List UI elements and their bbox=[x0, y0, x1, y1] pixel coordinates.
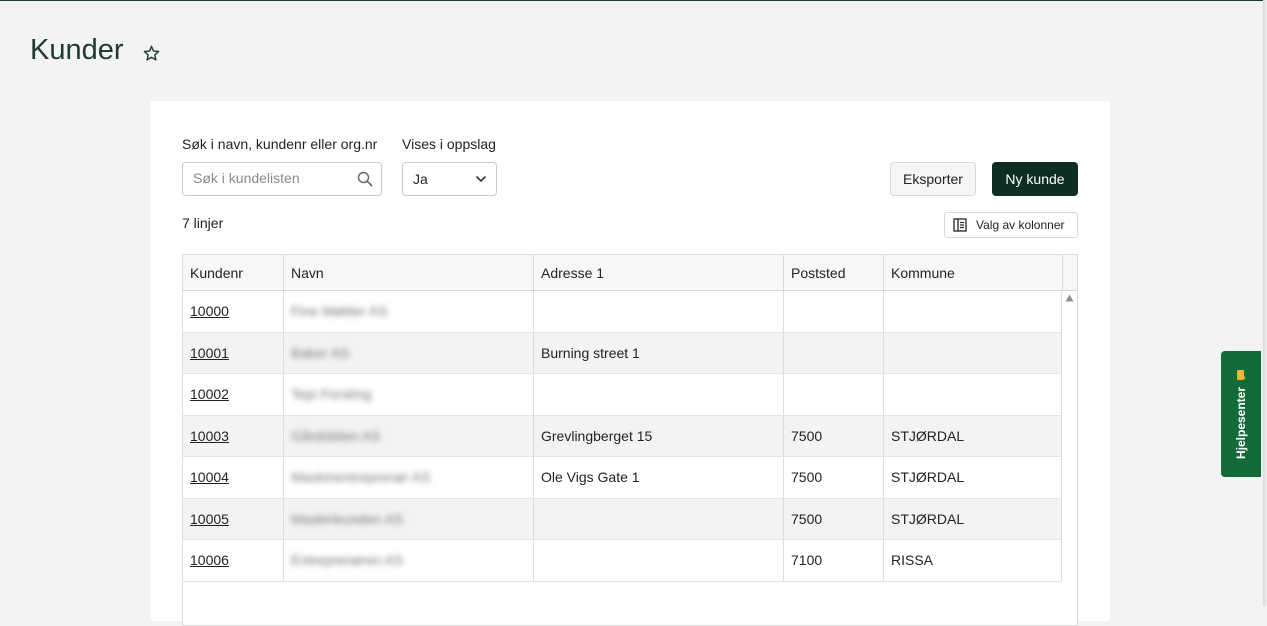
column-header-navn[interactable]: Navn bbox=[284, 255, 534, 290]
cell-poststed: 7500 bbox=[784, 415, 884, 456]
cell-poststed bbox=[784, 332, 884, 373]
cell-navn: Maskinentreprenør AS bbox=[284, 457, 534, 498]
page-title: Kunder bbox=[30, 34, 124, 66]
customer-link[interactable]: 10006 bbox=[190, 552, 229, 568]
cell-kundenr[interactable]: 10001 bbox=[183, 332, 284, 373]
cell-kommune: STJØRDAL bbox=[884, 415, 1062, 456]
table-row[interactable]: 10001 Baker AS Burning street 1 bbox=[183, 332, 1062, 374]
column-header-kommune[interactable]: Kommune bbox=[884, 255, 1063, 290]
cell-kundenr[interactable]: 10004 bbox=[183, 457, 284, 498]
cell-kundenr[interactable]: 10005 bbox=[183, 498, 284, 539]
cell-kundenr[interactable]: 10003 bbox=[183, 415, 284, 456]
cell-kommune bbox=[884, 332, 1062, 373]
table-row[interactable]: 10004 Maskinentreprenør AS Ole Vigs Gate… bbox=[183, 457, 1062, 499]
cell-adresse bbox=[534, 374, 784, 415]
chat-icon bbox=[1236, 369, 1246, 380]
cell-poststed bbox=[784, 374, 884, 415]
customer-table: Kundenr Navn Adresse 1 Poststed Kommune … bbox=[182, 254, 1078, 626]
customer-name: Gårdsbilen AS bbox=[291, 427, 381, 444]
scroll-edge bbox=[1263, 0, 1267, 606]
column-header-adresse[interactable]: Adresse 1 bbox=[534, 255, 784, 290]
customer-name: Maskinkunden AS bbox=[291, 510, 404, 527]
search-input[interactable] bbox=[193, 170, 353, 186]
row-count: 7 linjer bbox=[182, 215, 224, 231]
customer-list-card: Søk i navn, kundenr eller org.nr Vises i… bbox=[150, 101, 1110, 626]
help-center-label: Hjelpesenter bbox=[1234, 386, 1248, 460]
export-button[interactable]: Eksporter bbox=[890, 162, 976, 196]
cell-adresse bbox=[534, 498, 784, 539]
customer-link[interactable]: 10002 bbox=[190, 386, 229, 402]
table-row[interactable]: 10000 Fine Møbler AS bbox=[183, 291, 1062, 333]
column-header-kundenr[interactable]: Kundenr bbox=[183, 255, 284, 290]
customer-link[interactable]: 10003 bbox=[190, 428, 229, 444]
shown-in-lookup-select[interactable]: Ja bbox=[402, 162, 497, 196]
scroll-up-icon[interactable] bbox=[1065, 294, 1074, 302]
cell-kommune: STJØRDAL bbox=[884, 457, 1062, 498]
table-row[interactable]: 10002 Tepi Forsting bbox=[183, 374, 1062, 416]
cell-kommune bbox=[884, 374, 1062, 415]
search-label: Søk i navn, kundenr eller org.nr bbox=[182, 136, 378, 152]
search-icon bbox=[357, 171, 373, 187]
top-border bbox=[0, 0, 1263, 1]
customer-name: Tepi Forsting bbox=[291, 386, 372, 402]
column-selection-label: Valg av kolonner bbox=[976, 218, 1065, 232]
table-body: 10000 Fine Møbler AS 10001 Baker AS Burn… bbox=[183, 291, 1062, 582]
cell-adresse: Ole Vigs Gate 1 bbox=[534, 457, 784, 498]
cell-poststed: 7500 bbox=[784, 457, 884, 498]
cell-poststed: 7100 bbox=[784, 540, 884, 581]
cell-kundenr[interactable]: 10000 bbox=[183, 291, 284, 332]
star-icon[interactable] bbox=[142, 44, 161, 63]
cell-poststed bbox=[784, 291, 884, 332]
column-header-poststed[interactable]: Poststed bbox=[784, 255, 884, 290]
cell-navn: Gårdsbilen AS bbox=[284, 415, 534, 456]
help-center-content: Hjelpesenter bbox=[1234, 369, 1248, 459]
column-selection-button[interactable]: Valg av kolonner bbox=[944, 212, 1078, 238]
chevron-down-icon bbox=[476, 176, 486, 182]
cell-navn: Fine Møbler AS bbox=[284, 291, 534, 332]
table-header: Kundenr Navn Adresse 1 Poststed Kommune bbox=[183, 255, 1077, 291]
search-field[interactable] bbox=[182, 162, 382, 196]
customer-link[interactable]: 10000 bbox=[190, 303, 229, 319]
cell-kommune: STJØRDAL bbox=[884, 498, 1062, 539]
cell-navn: Tepi Forsting bbox=[284, 374, 534, 415]
table-scrollbar[interactable] bbox=[1062, 291, 1077, 625]
customer-name: Entreprenøren AS bbox=[291, 552, 404, 568]
new-customer-button[interactable]: Ny kunde bbox=[992, 162, 1078, 196]
cell-poststed: 7500 bbox=[784, 498, 884, 539]
customer-name: Fine Møbler AS bbox=[291, 303, 388, 319]
cell-navn: Entreprenøren AS bbox=[284, 540, 534, 581]
filter-label: Vises i oppslag bbox=[402, 136, 496, 152]
table-row[interactable]: 10003 Gårdsbilen AS Grevlingberget 15 75… bbox=[183, 415, 1062, 457]
customer-name: Baker AS bbox=[291, 344, 350, 361]
cell-adresse bbox=[534, 540, 784, 581]
cell-kommune bbox=[884, 291, 1062, 332]
cell-kundenr[interactable]: 10002 bbox=[183, 374, 284, 415]
cell-kundenr[interactable]: 10006 bbox=[183, 540, 284, 581]
cell-adresse: Grevlingberget 15 bbox=[534, 415, 784, 456]
help-center-tab[interactable]: Hjelpesenter bbox=[1221, 351, 1261, 477]
table-row[interactable]: 10005 Maskinkunden AS 7500 STJØRDAL bbox=[183, 498, 1062, 540]
customer-link[interactable]: 10004 bbox=[190, 469, 229, 485]
customer-name: Maskinentreprenør AS bbox=[291, 469, 431, 485]
table-row[interactable]: 10006 Entreprenøren AS 7100 RISSA bbox=[183, 540, 1062, 582]
columns-icon bbox=[953, 218, 967, 232]
customer-link[interactable]: 10001 bbox=[190, 345, 229, 361]
cell-adresse: Burning street 1 bbox=[534, 332, 784, 373]
select-value: Ja bbox=[413, 171, 428, 187]
cell-adresse bbox=[534, 291, 784, 332]
cell-navn: Maskinkunden AS bbox=[284, 498, 534, 539]
cell-kommune: RISSA bbox=[884, 540, 1062, 581]
customer-link[interactable]: 10005 bbox=[190, 511, 229, 527]
cell-navn: Baker AS bbox=[284, 332, 534, 373]
